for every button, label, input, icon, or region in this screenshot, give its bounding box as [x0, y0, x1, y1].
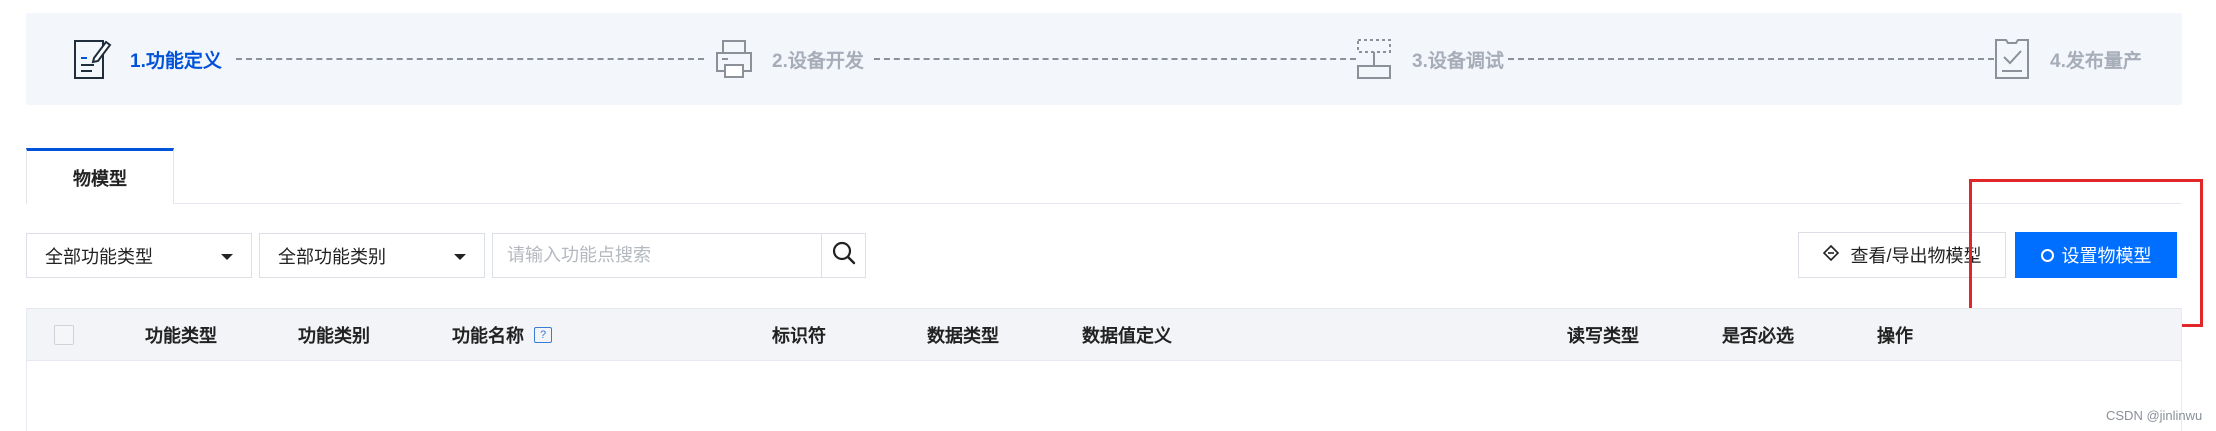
column-header: 数据值定义: [1082, 326, 1172, 346]
caret-down-icon: [454, 254, 466, 260]
watermark: CSDN @jinlinwu: [2106, 408, 2203, 423]
search-button[interactable]: [821, 234, 865, 277]
step-connector: [874, 58, 1356, 60]
step-release-production[interactable]: 4.发布量产: [1992, 13, 2142, 105]
column-header: 标识符: [772, 326, 826, 346]
step-connector: [1508, 58, 1994, 60]
search-icon: [832, 241, 856, 270]
steps-bar: 1.功能定义 2.设备开发 3.设备调试 4.发布量产: [26, 13, 2182, 105]
debug-flow-icon: [1354, 36, 1394, 82]
tabs-divider: [26, 203, 2182, 204]
column-header: 功能类型: [145, 326, 217, 346]
thing-model-table: 功能类型 功能类别 功能名称 ? 标识符 数据类型 数据值定义 读写类型 是否必…: [26, 308, 2182, 431]
function-category-value: 全部功能类别: [278, 246, 386, 267]
tab-thing-model[interactable]: 物模型: [26, 148, 174, 204]
column-header: 读写类型: [1567, 326, 1639, 346]
step-label: 2.设备开发: [772, 50, 864, 72]
view-export-label: 查看/导出物模型: [1850, 246, 1982, 266]
settings-ring-icon: [2040, 248, 2054, 262]
column-header: 数据类型: [927, 326, 999, 346]
function-type-value: 全部功能类型: [45, 246, 153, 267]
document-edit-icon: [72, 36, 112, 82]
set-model-label: 设置物模型: [2061, 246, 2152, 266]
column-header: 功能类别: [298, 326, 370, 346]
view-export-model-button[interactable]: 查看/导出物模型: [1798, 232, 2006, 278]
caret-down-icon: [221, 254, 233, 260]
step-function-definition[interactable]: 1.功能定义: [72, 13, 222, 105]
step-connector: [236, 58, 704, 60]
set-model-button[interactable]: 设置物模型: [2015, 232, 2177, 278]
function-search-input[interactable]: [493, 234, 821, 277]
step-device-debugging[interactable]: 3.设备调试: [1354, 13, 1504, 105]
help-icon[interactable]: ?: [534, 327, 552, 343]
select-all-checkbox[interactable]: [54, 325, 74, 345]
column-header-label: 功能名称: [452, 326, 524, 346]
function-search: [492, 233, 866, 278]
function-category-select[interactable]: 全部功能类别: [259, 233, 485, 278]
checklist-icon: [1992, 36, 2032, 82]
column-header: 操作: [1877, 326, 1913, 346]
table-header: 功能类型 功能类别 功能名称 ? 标识符 数据类型 数据值定义 读写类型 是否必…: [27, 309, 2181, 361]
step-label: 3.设备调试: [1412, 50, 1504, 72]
export-diamond-icon: [1822, 244, 1840, 267]
column-header-function-name: 功能名称 ?: [452, 309, 552, 361]
step-label: 1.功能定义: [130, 50, 222, 72]
step-device-development[interactable]: 2.设备开发: [714, 13, 864, 105]
function-type-select[interactable]: 全部功能类型: [26, 233, 252, 278]
step-label: 4.发布量产: [2050, 50, 2142, 72]
column-header: 是否必选: [1722, 326, 1794, 346]
printer-device-icon: [714, 36, 754, 82]
